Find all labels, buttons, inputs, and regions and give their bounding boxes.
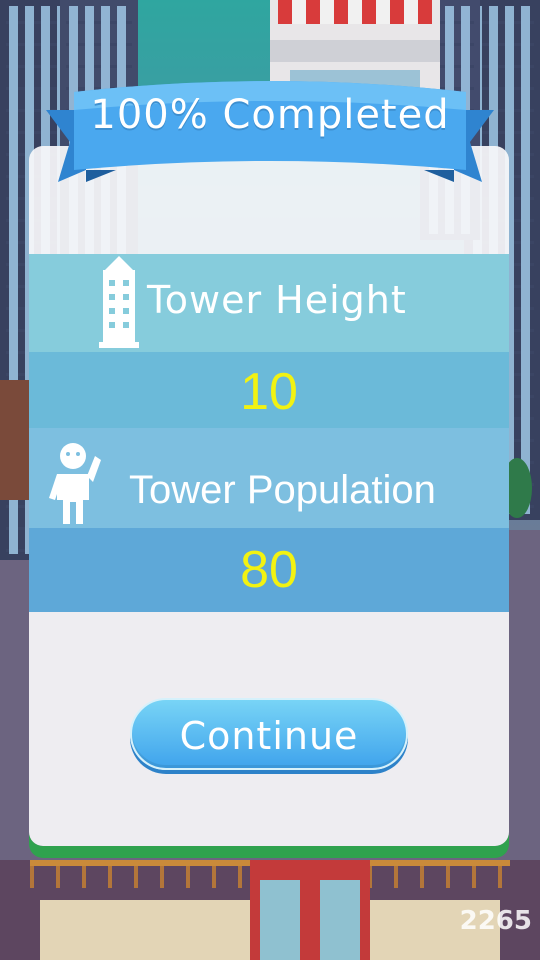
person-waving-icon xyxy=(49,442,103,530)
brick-building xyxy=(0,380,30,500)
tower-height-label: Tower Height xyxy=(147,278,407,322)
tower-population-value: 80 xyxy=(240,541,298,599)
tower-population-row: Tower Population xyxy=(29,428,509,528)
tower-height-value-row: 10 xyxy=(29,352,509,428)
building-icon xyxy=(99,256,139,354)
watermark-logo: 2265 xyxy=(459,906,532,936)
tower-population-label: Tower Population xyxy=(129,468,436,512)
continue-button-label: Continue xyxy=(179,714,359,758)
tower-base xyxy=(250,860,370,960)
tower-height-row: Tower Height xyxy=(29,254,509,352)
tower-height-value: 10 xyxy=(240,363,298,421)
continue-button[interactable]: Continue xyxy=(130,698,408,770)
page-title: 100% Completed xyxy=(90,92,450,138)
tower-population-value-row: 80 xyxy=(29,528,509,612)
